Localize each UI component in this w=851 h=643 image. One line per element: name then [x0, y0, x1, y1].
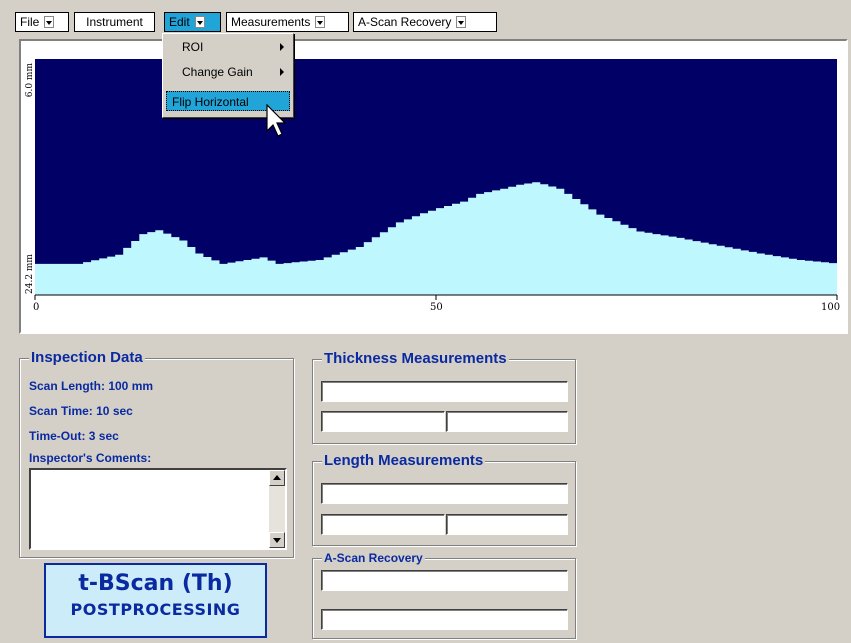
logo-line-2: POSTPROCESSING — [70, 600, 241, 619]
ascan-recovery-title: A-Scan Recovery — [322, 551, 425, 565]
thickness-field-left[interactable] — [321, 411, 445, 432]
bscan-plot-frame: 0 50 100 6.0 mm 24.2 mm — [19, 39, 848, 334]
chevron-down-icon — [273, 538, 281, 543]
chevron-down-icon — [194, 16, 205, 28]
thickness-measurements-title: Thickness Measurements — [322, 350, 509, 368]
tbscan-postprocessing-logo: t-BScan (Th) POSTPROCESSING — [44, 563, 267, 638]
menu-item-roi-label: ROI — [182, 40, 204, 54]
chevron-down-icon — [315, 16, 326, 28]
x-axis-ticks: 0 50 100 — [33, 295, 840, 313]
file-menu-button[interactable]: File — [15, 12, 69, 32]
menu-item-change-gain[interactable]: Change Gain — [166, 62, 290, 82]
thickness-measurements-group: Thickness Measurements — [312, 350, 576, 444]
comments-scrollbar[interactable] — [269, 470, 285, 548]
length-measurements-title: Length Measurements — [322, 452, 486, 470]
x-tick-label-0: 0 — [33, 302, 39, 313]
scan-time-text: Scan Time: 10 sec — [29, 404, 133, 418]
measurements-menu-label: Measurements — [231, 15, 311, 29]
file-menu-label: File — [20, 15, 40, 29]
menu-item-flip-horizontal-label: Flip Horizontal — [172, 95, 249, 109]
thickness-field-right[interactable] — [446, 411, 568, 432]
thickness-field-main[interactable] — [321, 381, 568, 402]
scroll-down-button[interactable] — [269, 532, 285, 548]
comments-label: Inspector's Coments: — [29, 451, 152, 465]
scroll-up-button[interactable] — [269, 470, 285, 486]
menu-item-change-gain-label: Change Gain — [182, 65, 253, 79]
measurements-menu-button[interactable]: Measurements — [226, 12, 349, 32]
inspection-data-group: Inspection Data Scan Length: 100 mm Scan… — [19, 349, 294, 558]
instrument-menu-label: Instrument — [86, 15, 143, 29]
ascan-recovery-menu-label: A-Scan Recovery — [358, 15, 452, 29]
mouse-cursor-icon — [266, 104, 287, 137]
edit-menu-label: Edit — [169, 15, 190, 29]
ascan-recovery-field-2[interactable] — [321, 609, 568, 630]
y-top-label: 6.0 mm — [25, 63, 35, 98]
submenu-arrow-icon — [280, 43, 284, 51]
logo-line-1: t-BScan (Th) — [78, 571, 233, 596]
submenu-arrow-icon — [280, 68, 284, 76]
length-field-right[interactable] — [446, 514, 568, 535]
chevron-down-icon — [456, 16, 467, 28]
y-bottom-label: 24.2 mm — [25, 254, 35, 294]
bscan-plot[interactable]: 0 50 100 6.0 mm 24.2 mm — [21, 41, 846, 332]
time-out-text: Time-Out: 3 sec — [29, 429, 119, 443]
edit-menu-button[interactable]: Edit — [164, 12, 221, 32]
length-measurements-group: Length Measurements — [312, 452, 576, 546]
length-field-left[interactable] — [321, 514, 445, 535]
x-tick-label-50: 50 — [430, 302, 443, 313]
menu-item-roi[interactable]: ROI — [166, 37, 290, 57]
chevron-down-icon — [44, 16, 55, 28]
chevron-up-icon — [273, 475, 281, 480]
ascan-recovery-menu-button[interactable]: A-Scan Recovery — [353, 12, 497, 32]
inspection-data-title: Inspection Data — [29, 349, 145, 367]
ascan-recovery-field-1[interactable] — [321, 570, 568, 591]
ascan-recovery-group: A-Scan Recovery — [312, 551, 576, 639]
instrument-menu-button[interactable]: Instrument — [74, 12, 155, 32]
length-field-main[interactable] — [321, 483, 568, 504]
inspector-comments-textarea[interactable] — [29, 468, 287, 550]
scan-length-text: Scan Length: 100 mm — [29, 379, 154, 393]
x-tick-label-100: 100 — [821, 302, 840, 313]
